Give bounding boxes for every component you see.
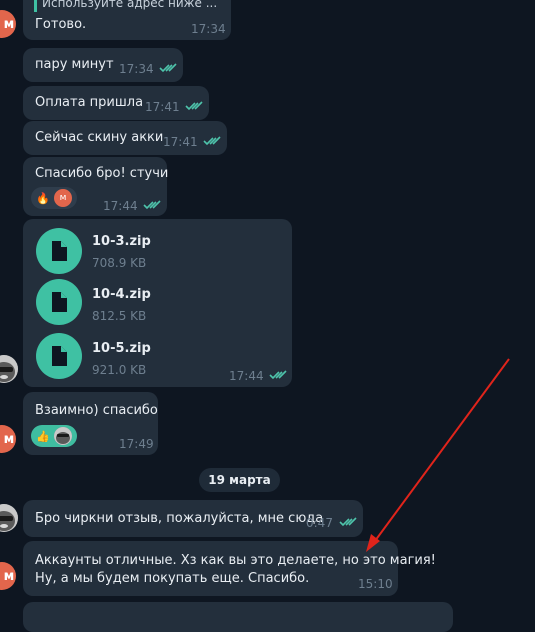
message-text: Сейчас скину акки: [35, 130, 164, 145]
avatar[interactable]: [0, 355, 18, 383]
file-icon[interactable]: [36, 279, 82, 325]
file-size: 812.5 KB: [92, 309, 147, 323]
reply-quote-bar: [34, 0, 37, 12]
message-bubble[interactable]: Взаимно) спасибо 👍 17:49: [23, 392, 158, 455]
reaction-avatar: м: [54, 189, 72, 207]
file-name: 10-3.zip: [92, 234, 151, 249]
message-text-line: Аккаунты отличные. Хз как вы это делаете…: [35, 553, 436, 568]
message-text: Спасибо бро! стучи: [35, 166, 169, 181]
file-name: 10-5.zip: [92, 341, 151, 356]
thumbs-up-reaction-icon: 👍: [36, 429, 50, 443]
message-time: 17:41: [163, 135, 198, 149]
message-time: 0:47: [306, 516, 333, 530]
message-text: Готово.: [35, 17, 87, 32]
file-item[interactable]: 10-4.zip 812.5 KB: [23, 273, 292, 327]
message-text: Оплата пришла: [35, 95, 144, 110]
avatar-letter: м: [3, 16, 15, 32]
message-bubble[interactable]: пару минут 17:34: [23, 48, 183, 82]
message-bubble[interactable]: Сейчас скину акки 17:41: [23, 121, 227, 155]
message-time: 17:34: [191, 22, 226, 36]
reaction-avatar: [54, 427, 72, 445]
avatar-letter: м: [3, 431, 15, 447]
avatar[interactable]: м: [0, 425, 16, 453]
file-icon[interactable]: [36, 333, 82, 379]
file-item[interactable]: 10-3.zip 708.9 KB: [23, 219, 292, 274]
reply-quote-text[interactable]: Используйте адрес ниже ...: [42, 0, 217, 10]
double-check-icon: [159, 63, 177, 73]
message-bubble[interactable]: Аккаунты отличные. Хз как вы это делаете…: [23, 541, 436, 596]
message-bubble[interactable]: Спасибо бро! стучи 🔥 м 17:44: [23, 157, 169, 216]
message-text: Бро чиркни отзыв, пожалуйста, мне сюда: [35, 511, 324, 526]
message-text: пару минут: [35, 57, 114, 72]
reaction-group[interactable]: 👍: [31, 425, 77, 447]
message-bubble[interactable]: [23, 602, 453, 632]
chat-area: Используйте адрес ниже ... Готово. 17:34…: [0, 0, 535, 632]
avatar[interactable]: [0, 504, 18, 532]
avatar-letter: м: [3, 568, 15, 584]
date-separator: 19 марта: [199, 468, 280, 492]
files-message-bubble[interactable]: 10-3.zip 708.9 KB 10-4.zip 812.5 KB 10-5…: [23, 219, 292, 387]
dog-avatar-icon: [0, 504, 18, 532]
avatar[interactable]: м: [0, 562, 16, 590]
message-time: 15:10: [358, 577, 393, 591]
message-time: 17:41: [145, 100, 180, 114]
double-check-icon: [339, 517, 357, 527]
message-bubble[interactable]: Используйте адрес ниже ... Готово. 17:34: [23, 0, 231, 40]
dog-avatar-icon: [0, 355, 18, 383]
file-size: 708.9 KB: [92, 256, 147, 270]
double-check-icon: [185, 101, 203, 111]
dog-avatar-icon: [54, 427, 72, 445]
file-name: 10-4.zip: [92, 287, 151, 302]
message-bubble[interactable]: Бро чиркни отзыв, пожалуйста, мне сюда 0…: [23, 500, 363, 537]
message-bubble[interactable]: Оплата пришла 17:41: [23, 86, 209, 120]
message-time: 17:49: [119, 437, 154, 451]
file-icon[interactable]: [36, 228, 82, 274]
double-check-icon: [203, 136, 221, 146]
message-time: 17:44: [103, 199, 138, 213]
avatar[interactable]: м: [0, 10, 16, 38]
double-check-icon: [143, 200, 161, 210]
double-check-icon: [269, 370, 287, 380]
message-text-line: Ну, а мы будем покупать еще. Спасибо.: [35, 571, 310, 586]
fire-reaction-icon: 🔥: [36, 191, 50, 205]
message-time: 17:44: [229, 369, 264, 383]
message-text: Взаимно) спасибо: [35, 403, 158, 418]
message-time: 17:34: [119, 62, 154, 76]
file-size: 921.0 KB: [92, 363, 147, 377]
reaction-group[interactable]: 🔥 м: [31, 187, 77, 209]
